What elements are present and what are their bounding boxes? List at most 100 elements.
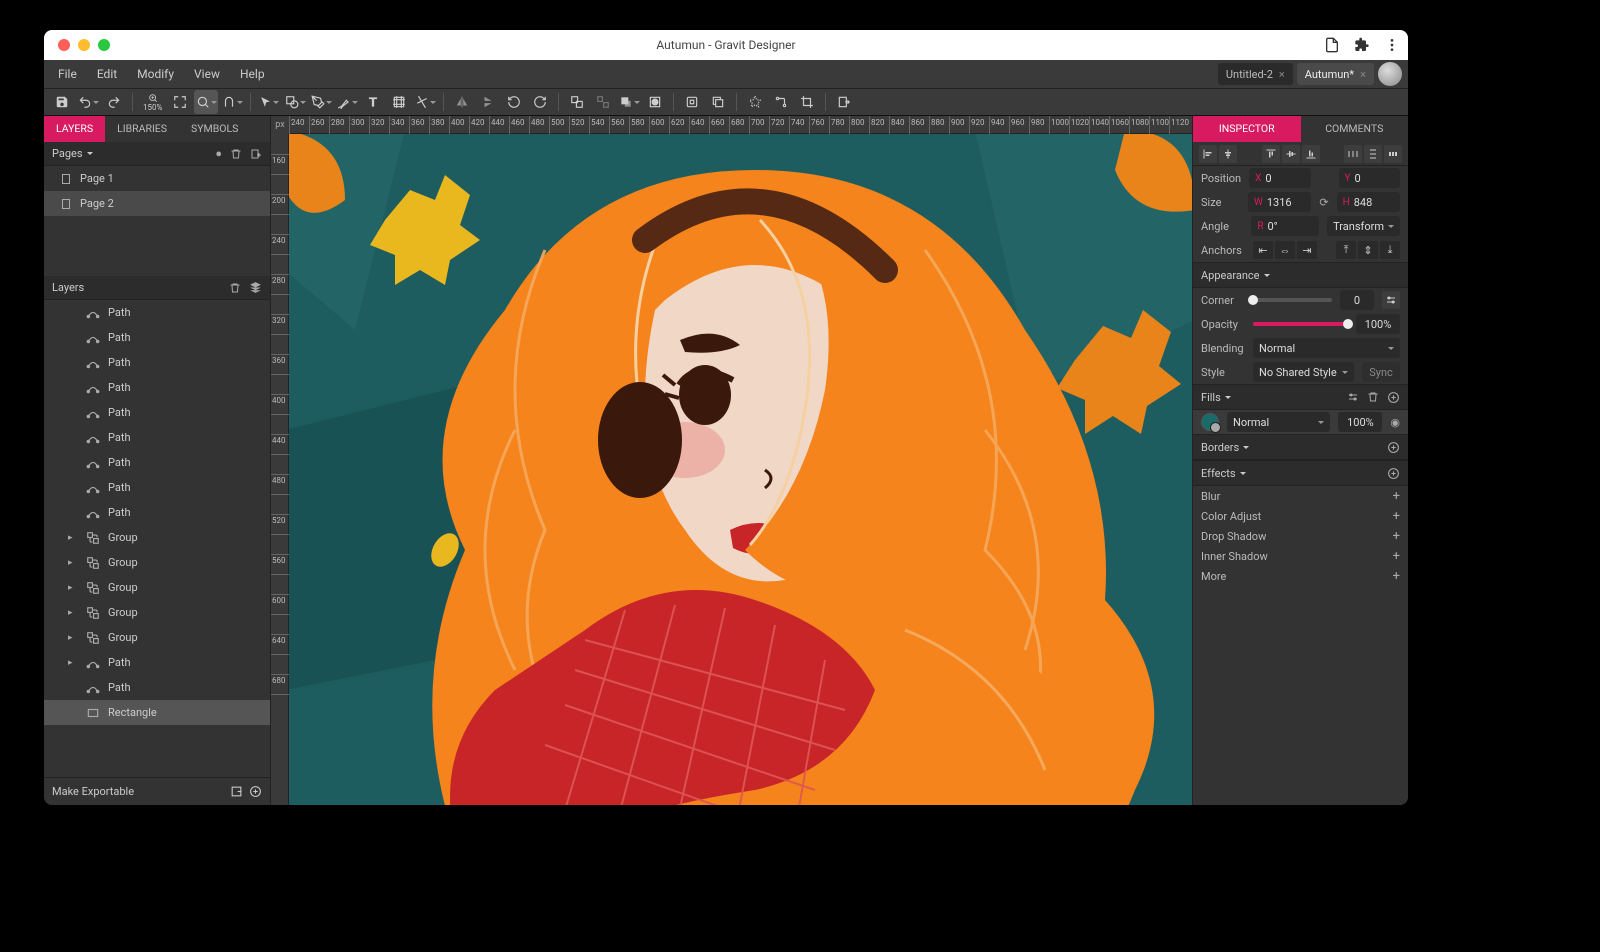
layer-item[interactable]: Rectangle: [44, 700, 270, 725]
align-top-icon[interactable]: [1262, 145, 1280, 163]
add-page-icon[interactable]: [250, 148, 262, 160]
anchor-right-icon[interactable]: ⇥: [1297, 241, 1317, 259]
effect-row[interactable]: Color Adjust+: [1193, 506, 1408, 526]
layer-item[interactable]: Path: [44, 500, 270, 525]
menu-modify[interactable]: Modify: [127, 60, 184, 88]
path-op-icon[interactable]: [743, 90, 767, 114]
align-center-icon[interactable]: [1219, 145, 1237, 163]
pages-label[interactable]: Pages: [52, 147, 93, 160]
fit-icon[interactable]: [168, 90, 192, 114]
vertical-ruler[interactable]: 1602002402803203604004404805205606006406…: [271, 134, 289, 805]
anchor-left-icon[interactable]: ⇤: [1253, 241, 1273, 259]
snap-icon[interactable]: [220, 90, 244, 114]
pos-y-input[interactable]: Y0: [1339, 168, 1400, 188]
fill-options-icon[interactable]: [1347, 391, 1359, 403]
tab-layers[interactable]: LAYERS: [44, 116, 105, 142]
add-layer-icon[interactable]: [249, 281, 262, 294]
ungroup-icon[interactable]: [591, 90, 615, 114]
frame-icon[interactable]: [387, 90, 411, 114]
shape-icon[interactable]: [283, 90, 307, 114]
corner-slider[interactable]: [1253, 298, 1332, 302]
flip-h-icon[interactable]: [450, 90, 474, 114]
avatar[interactable]: [1378, 62, 1402, 86]
opacity-value[interactable]: 100%: [1356, 314, 1400, 334]
zoom-display[interactable]: 150%: [139, 93, 166, 112]
close-icon[interactable]: ×: [1360, 68, 1366, 81]
layer-item[interactable]: ▸Group: [44, 625, 270, 650]
distribute-h-icon[interactable]: [1344, 145, 1362, 163]
appearance-header[interactable]: Appearance: [1193, 262, 1408, 288]
component-icon[interactable]: [680, 90, 704, 114]
style-select[interactable]: No Shared Style: [1253, 362, 1354, 382]
blending-select[interactable]: Normal: [1253, 338, 1400, 358]
transform-button[interactable]: Transform: [1327, 216, 1400, 236]
flip-v-icon[interactable]: [476, 90, 500, 114]
export-icon[interactable]: [832, 90, 856, 114]
add-icon[interactable]: +: [1393, 489, 1400, 504]
menu-file[interactable]: File: [48, 60, 87, 88]
align-middle-icon[interactable]: [1282, 145, 1300, 163]
add-export-icon[interactable]: [249, 785, 262, 798]
group-icon[interactable]: [565, 90, 589, 114]
layer-item[interactable]: ▸Group: [44, 525, 270, 550]
anchor-vcenter-icon[interactable]: ⇕: [1358, 241, 1378, 259]
add-icon[interactable]: +: [1393, 549, 1400, 564]
tab-comments[interactable]: COMMENTS: [1301, 116, 1409, 142]
layer-item[interactable]: Path: [44, 475, 270, 500]
page-item[interactable]: Page 1: [44, 166, 270, 191]
layers-list[interactable]: PathPathPathPathPathPathPathPathPath▸Gro…: [44, 300, 270, 777]
mask-icon[interactable]: [643, 90, 667, 114]
pen-icon[interactable]: [309, 90, 333, 114]
effect-row[interactable]: More+: [1193, 566, 1408, 586]
opacity-slider[interactable]: [1253, 322, 1348, 326]
canvas[interactable]: [289, 134, 1192, 805]
crop-icon[interactable]: [795, 90, 819, 114]
tab-libraries[interactable]: LIBRARIES: [105, 116, 179, 142]
eye-icon[interactable]: ◉: [1390, 416, 1400, 429]
effects-header[interactable]: Effects: [1193, 460, 1408, 486]
anchor-bottom-icon[interactable]: ⤓: [1380, 241, 1400, 259]
fill-opacity[interactable]: 100%: [1338, 412, 1382, 432]
document-icon[interactable]: [1324, 37, 1340, 53]
effect-row[interactable]: Blur+: [1193, 486, 1408, 506]
pos-x-input[interactable]: X0: [1249, 168, 1310, 188]
slice-icon[interactable]: [413, 90, 437, 114]
angle-input[interactable]: R0°: [1251, 216, 1319, 236]
trash-icon[interactable]: [1367, 391, 1379, 403]
zoom-tool-icon[interactable]: [194, 90, 218, 114]
effect-row[interactable]: Inner Shadow+: [1193, 546, 1408, 566]
anchor-hcenter-icon[interactable]: ⇔: [1275, 241, 1295, 259]
save-icon[interactable]: [50, 90, 74, 114]
tab-inspector[interactable]: INSPECTOR: [1193, 116, 1301, 142]
ruler-corner[interactable]: px: [271, 116, 289, 134]
sync-button[interactable]: Sync: [1362, 362, 1400, 382]
fill-swatch[interactable]: [1201, 413, 1219, 431]
add-icon[interactable]: +: [1393, 509, 1400, 524]
add-border-icon[interactable]: [1387, 441, 1400, 454]
layer-item[interactable]: Path: [44, 375, 270, 400]
text-icon[interactable]: [361, 90, 385, 114]
tab-symbols[interactable]: SYMBOLS: [179, 116, 250, 142]
more-vertical-icon[interactable]: [1384, 37, 1400, 53]
trash-icon[interactable]: [229, 282, 241, 294]
minimize-icon[interactable]: [78, 39, 90, 51]
add-effect-icon[interactable]: [1387, 467, 1400, 480]
align-bottom-icon[interactable]: [1302, 145, 1320, 163]
horizontal-ruler[interactable]: 2402602803003203403603804004204404604805…: [289, 116, 1192, 134]
page-item[interactable]: Page 2: [44, 191, 270, 216]
distribute-spacing-icon[interactable]: [1384, 145, 1402, 163]
menu-help[interactable]: Help: [230, 60, 275, 88]
layer-item[interactable]: Path: [44, 350, 270, 375]
layer-item[interactable]: Path: [44, 400, 270, 425]
layer-item[interactable]: Path: [44, 300, 270, 325]
trash-icon[interactable]: [230, 148, 242, 160]
slice-export-icon[interactable]: [230, 785, 243, 798]
layer-item[interactable]: Path: [44, 450, 270, 475]
doc-tab[interactable]: Autumun*×: [1297, 63, 1374, 85]
layer-item[interactable]: ▸Path: [44, 650, 270, 675]
extension-icon[interactable]: [1354, 37, 1370, 53]
fill-blend-select[interactable]: Normal: [1227, 412, 1330, 432]
width-input[interactable]: W1316: [1248, 192, 1311, 212]
rotate-ccw-icon[interactable]: [502, 90, 526, 114]
fills-header[interactable]: Fills: [1193, 384, 1408, 410]
